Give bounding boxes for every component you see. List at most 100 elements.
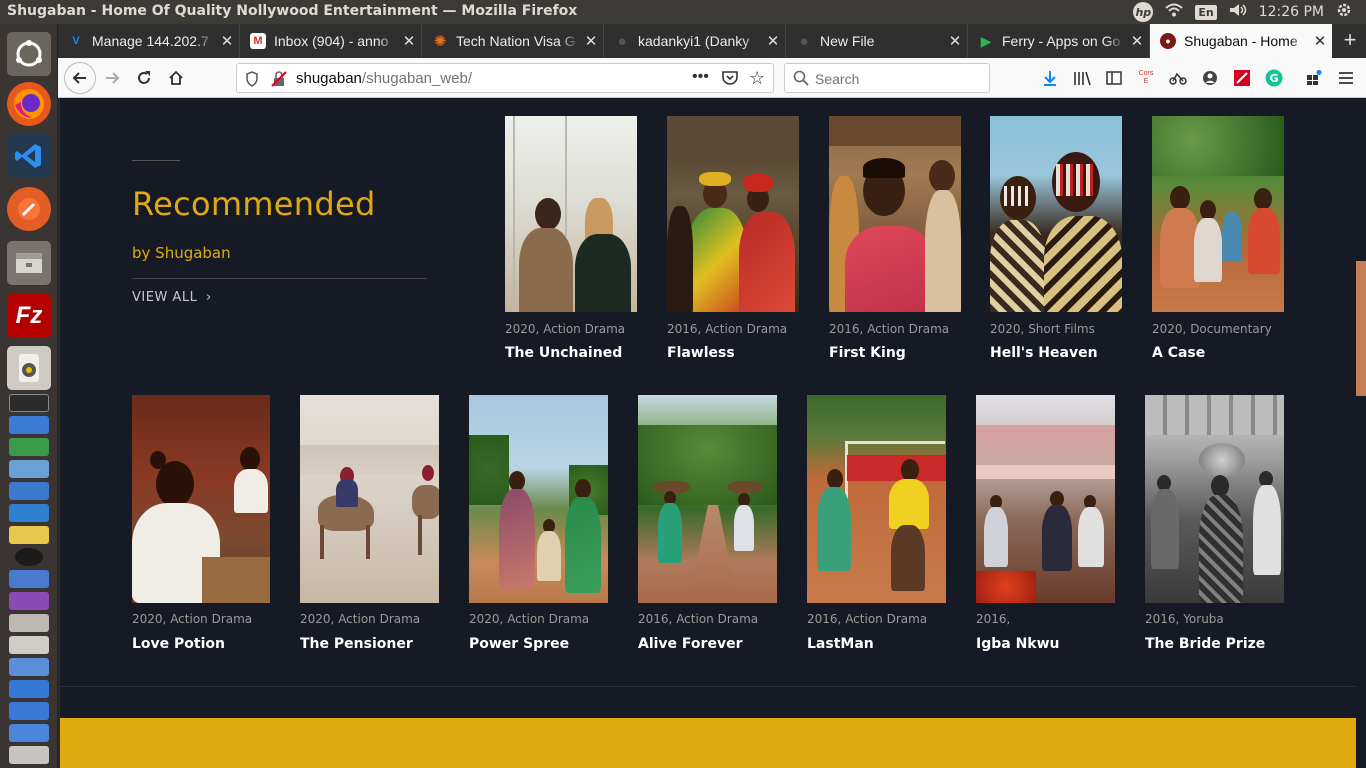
site-info-icon[interactable] xyxy=(245,71,259,91)
movie-poster[interactable] xyxy=(300,395,439,603)
close-tab-icon[interactable]: ✕ xyxy=(579,32,603,50)
app-icon-8[interactable] xyxy=(9,614,49,632)
spreadsheet-icon[interactable] xyxy=(9,438,49,456)
tab-inbox[interactable]: M Inbox (904) - anno ✕ xyxy=(240,24,422,58)
keyboard-language-indicator[interactable]: En xyxy=(1195,4,1217,20)
app-icon-5[interactable] xyxy=(9,526,49,544)
pocket-icon[interactable] xyxy=(721,70,739,90)
power-gear-icon[interactable] xyxy=(1336,2,1352,22)
movie-title[interactable]: The Pensioner xyxy=(300,636,413,652)
audio-player-icon[interactable] xyxy=(7,346,51,390)
movie-poster[interactable] xyxy=(1152,116,1284,312)
vscode-icon[interactable] xyxy=(7,134,51,178)
movie-title[interactable]: Flawless xyxy=(667,345,735,361)
close-tab-icon[interactable]: ✕ xyxy=(1308,32,1332,50)
movie-title[interactable]: Hell's Heaven xyxy=(990,345,1098,361)
movie-poster[interactable] xyxy=(990,116,1122,312)
app-icon-9[interactable] xyxy=(9,636,49,654)
movie-card[interactable]: 2016, Action Drama Alive Forever xyxy=(638,395,777,655)
page-scrollbar[interactable] xyxy=(1356,98,1366,768)
movie-poster[interactable] xyxy=(469,395,608,603)
movie-card[interactable]: 2016, Action Drama Flawless xyxy=(667,116,799,366)
hp-icon[interactable]: hp xyxy=(1133,2,1154,22)
app-icon-2[interactable] xyxy=(9,460,49,478)
app-icon-10[interactable] xyxy=(9,658,49,676)
tab-tech-nation[interactable]: ✺ Tech Nation Visa G ✕ xyxy=(422,24,604,58)
tab-ferry[interactable]: ▶ Ferry - Apps on Go ✕ xyxy=(968,24,1150,58)
firefox-icon[interactable] xyxy=(7,82,51,126)
movie-poster[interactable] xyxy=(667,116,799,312)
close-tab-icon[interactable]: ✕ xyxy=(761,32,785,50)
movie-poster[interactable] xyxy=(1145,395,1284,603)
extension-icon-1[interactable] xyxy=(1168,68,1188,88)
grammarly-icon[interactable]: G xyxy=(1264,68,1284,88)
movie-poster[interactable] xyxy=(807,395,946,603)
movie-title[interactable]: A Case xyxy=(1152,345,1205,361)
movie-card[interactable]: 2016, Action Drama First King xyxy=(829,116,961,366)
movie-title[interactable]: Igba Nkwu xyxy=(976,636,1060,652)
close-tab-icon[interactable]: ✕ xyxy=(397,32,421,50)
app-icon-3[interactable] xyxy=(9,482,49,500)
new-tab-button[interactable]: + xyxy=(1336,28,1364,54)
movie-title[interactable]: Love Potion xyxy=(132,636,225,652)
forward-button[interactable] xyxy=(98,64,126,92)
tab-kadankyi1[interactable]: ● kadankyi1 (Danky ✕ xyxy=(604,24,786,58)
movie-card[interactable]: 2016, Yoruba The Bride Prize xyxy=(1145,395,1284,655)
bookmark-star-icon[interactable]: ☆ xyxy=(749,68,765,89)
account-icon[interactable] xyxy=(1200,68,1220,88)
movie-card[interactable]: 2020, Action Drama The Unchained xyxy=(505,116,637,366)
page-actions-icon[interactable]: ••• xyxy=(692,68,709,86)
wifi-icon[interactable] xyxy=(1165,3,1183,21)
back-button[interactable] xyxy=(64,62,96,94)
app-icon-1[interactable] xyxy=(9,416,49,434)
tab-new-file[interactable]: ● New File ✕ xyxy=(786,24,968,58)
movie-card[interactable]: 2020, Short Films Hell's Heaven xyxy=(990,116,1122,366)
postman-icon[interactable] xyxy=(7,187,51,231)
sidebar-icon[interactable] xyxy=(1104,68,1124,88)
tab-manage[interactable]: V Manage 144.202.7 ✕ xyxy=(58,24,240,58)
movie-card[interactable]: 2020, Action Drama Power Spree xyxy=(469,395,608,655)
home-button[interactable] xyxy=(162,64,190,92)
movie-title[interactable]: First King xyxy=(829,345,906,361)
app-icon-11[interactable] xyxy=(9,680,49,698)
app-icon-7[interactable] xyxy=(9,592,49,610)
insecure-lock-icon[interactable] xyxy=(271,71,287,91)
close-tab-icon[interactable]: ✕ xyxy=(215,32,239,50)
movie-title[interactable]: LastMan xyxy=(807,636,874,652)
filezilla-icon[interactable]: Fz xyxy=(7,294,51,338)
extension-icon-2[interactable] xyxy=(1232,68,1252,88)
app-icon-6[interactable] xyxy=(9,570,49,588)
app-icon-14[interactable] xyxy=(9,746,49,764)
reload-button[interactable] xyxy=(130,64,158,92)
movie-title[interactable]: The Bride Prize xyxy=(1145,636,1265,652)
movie-poster[interactable] xyxy=(505,116,637,312)
movie-poster[interactable] xyxy=(829,116,961,312)
movie-title[interactable]: Alive Forever xyxy=(638,636,742,652)
movie-card[interactable]: 2020, Action Drama Love Potion xyxy=(132,395,270,655)
library-icon[interactable] xyxy=(1072,68,1092,88)
address-bar[interactable]: shugaban/shugaban_web/ ••• ☆ xyxy=(236,63,774,93)
movie-poster[interactable] xyxy=(132,395,270,603)
movie-card[interactable]: 2020, Action Drama The Pensioner xyxy=(300,395,439,655)
extensions-grid-icon[interactable] xyxy=(1304,68,1324,88)
app-icon-4[interactable] xyxy=(9,504,49,522)
search-input[interactable]: Search xyxy=(784,63,990,93)
movie-card[interactable]: 2016, Action Drama LastMan xyxy=(807,395,946,655)
movie-title[interactable]: The Unchained xyxy=(505,345,622,361)
view-all-link[interactable]: VIEW ALL › xyxy=(132,290,212,305)
close-tab-icon[interactable]: ✕ xyxy=(1125,32,1149,50)
file-manager-icon[interactable] xyxy=(7,241,51,285)
tab-shugaban[interactable]: ● Shugaban - Home ✕ xyxy=(1150,24,1332,58)
close-tab-icon[interactable]: ✕ xyxy=(943,32,967,50)
menu-hamburger-icon[interactable] xyxy=(1336,68,1356,88)
movie-poster[interactable] xyxy=(638,395,777,603)
obs-icon[interactable] xyxy=(15,548,43,566)
volume-icon[interactable] xyxy=(1229,3,1247,21)
app-icon-12[interactable] xyxy=(9,702,49,720)
movie-poster[interactable] xyxy=(976,395,1115,603)
movie-title[interactable]: Power Spree xyxy=(469,636,569,652)
movie-card[interactable]: 2020, Documentary A Case xyxy=(1152,116,1284,366)
scrollbar-thumb[interactable] xyxy=(1356,261,1366,396)
clock[interactable]: 12:26 PM xyxy=(1259,4,1324,20)
ubuntu-dash-icon[interactable] xyxy=(7,32,51,76)
